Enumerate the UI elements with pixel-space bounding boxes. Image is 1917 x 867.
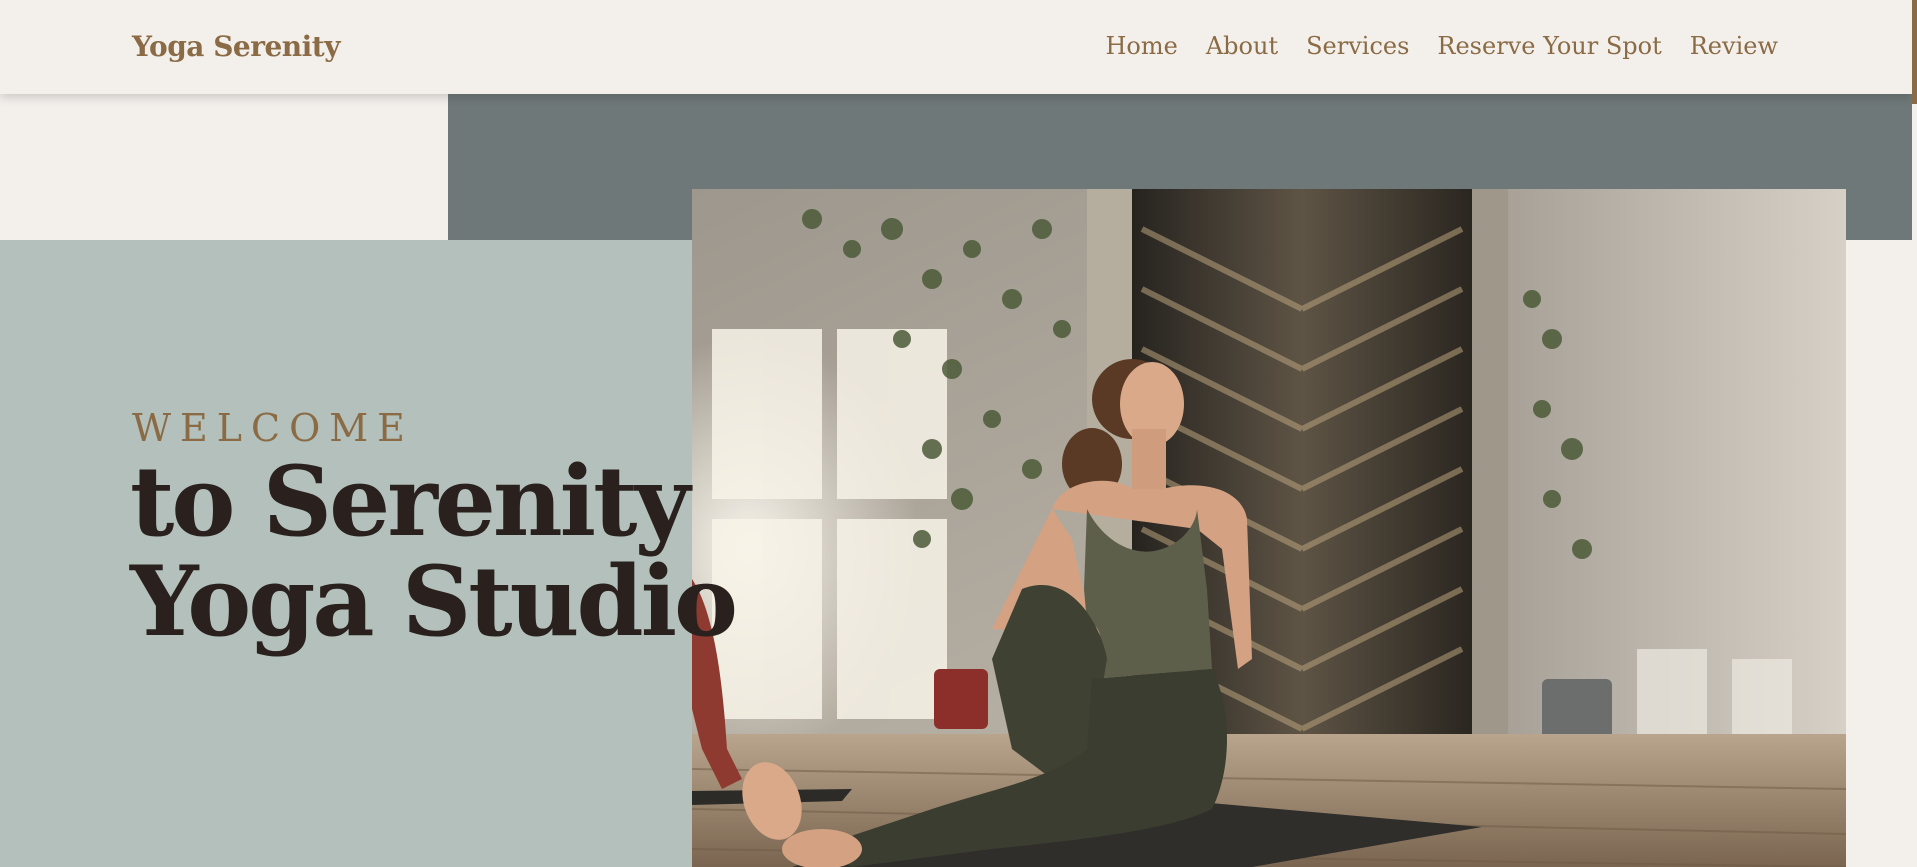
hero-title-line-1: to Serenity: [130, 445, 690, 558]
brand-logo[interactable]: Yoga Serenity: [132, 30, 341, 63]
hero-title: to Serenity Yoga Studio: [130, 452, 890, 652]
nav-link-services[interactable]: Services: [1306, 32, 1409, 60]
nav-link-home[interactable]: Home: [1106, 32, 1178, 60]
nav-link-review[interactable]: Review: [1690, 32, 1778, 60]
nav-link-about[interactable]: About: [1206, 32, 1278, 60]
nav-link-reserve[interactable]: Reserve Your Spot: [1437, 32, 1661, 60]
main-nav: Home About Services Reserve Your Spot Re…: [1106, 32, 1779, 60]
site-header: Yoga Serenity Home About Services Reserv…: [0, 0, 1912, 94]
scrollbar-thumb[interactable]: [1912, 0, 1917, 104]
hero-eyebrow: WELCOME: [132, 406, 414, 450]
page: Yoga Serenity Home About Services Reserv…: [0, 0, 1917, 867]
hero-title-line-2: Yoga Studio: [130, 545, 738, 658]
